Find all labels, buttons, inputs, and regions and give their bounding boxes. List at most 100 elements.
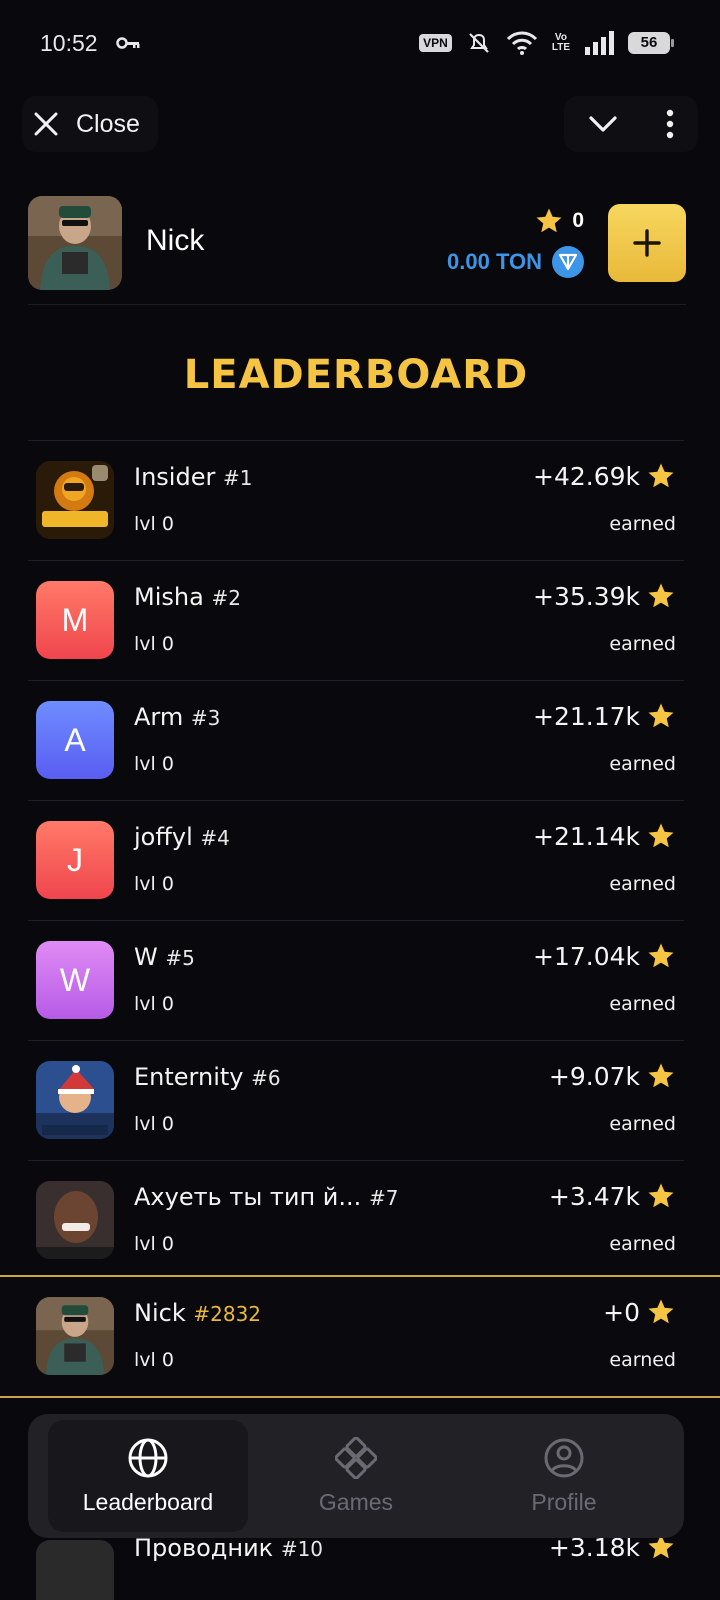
player-level: lvl 0 bbox=[134, 993, 174, 1015]
my-rank-row[interactable]: Nick #2832 lvl 0 +0 earned bbox=[0, 1275, 720, 1398]
more-vertical-icon[interactable] bbox=[665, 109, 675, 139]
signal-icon bbox=[585, 31, 614, 55]
player-rank: #4 bbox=[200, 826, 230, 850]
list-item[interactable]: Enternity #6 lvl 0 +9.07k earned bbox=[28, 1040, 684, 1160]
close-label: Close bbox=[76, 109, 140, 138]
star-icon bbox=[648, 943, 674, 968]
wifi-icon bbox=[506, 31, 537, 55]
player-rank: #6 bbox=[251, 1066, 281, 1090]
avatar: W bbox=[36, 941, 114, 1019]
nav-label: Games bbox=[318, 1488, 394, 1515]
avatar-letter: M bbox=[61, 601, 89, 638]
status-bar: 10:52 VPN Vo LTE 56 bbox=[0, 0, 720, 92]
player-score: +21.17k bbox=[533, 701, 676, 731]
mute-icon bbox=[469, 33, 489, 53]
earned-label: earned bbox=[609, 1113, 676, 1135]
stars-balance: 0 bbox=[534, 206, 584, 236]
profile-icon bbox=[544, 1438, 584, 1477]
player-rank: #5 bbox=[165, 946, 195, 970]
earned-label: earned bbox=[609, 873, 676, 895]
player-level: lvl 0 bbox=[134, 753, 174, 775]
earned-label: earned bbox=[609, 993, 676, 1015]
ton-balance: 0.00 TON bbox=[447, 249, 542, 274]
plus-icon bbox=[633, 229, 661, 257]
list-item[interactable]: Ахуеть ты тип й... #7 lvl 0 +3.47k earne… bbox=[28, 1160, 684, 1280]
score-value: +35.39k bbox=[533, 581, 640, 611]
star-icon bbox=[536, 208, 562, 233]
player-rank: #2832 bbox=[193, 1302, 262, 1326]
score-value: +9.07k bbox=[548, 1061, 640, 1091]
score-value: +42.69k bbox=[533, 461, 640, 491]
player-name: Arm bbox=[134, 703, 184, 731]
user-header: Nick 0 0.00 TON bbox=[28, 196, 686, 305]
player-level: lvl 0 bbox=[134, 513, 174, 535]
star-icon bbox=[648, 823, 674, 848]
leaderboard-list: Insider #1 lvl 0 +42.69k earned M Misha … bbox=[28, 440, 684, 1280]
nav-leaderboard[interactable]: Leaderboard bbox=[48, 1420, 248, 1532]
nav-label: Profile bbox=[531, 1488, 597, 1515]
player-rank: #2 bbox=[211, 586, 241, 610]
nav-label: Leaderboard bbox=[82, 1488, 214, 1515]
avatar-letter: W bbox=[59, 961, 91, 998]
gamepad-icon bbox=[335, 1436, 377, 1479]
player-score: +35.39k bbox=[533, 581, 676, 611]
earned-label: earned bbox=[609, 513, 676, 535]
list-item[interactable]: Insider #1 lvl 0 +42.69k earned bbox=[28, 440, 684, 560]
player-rank: #1 bbox=[222, 466, 253, 490]
player-score: +17.04k bbox=[533, 941, 676, 971]
player-score: +3.47k bbox=[549, 1181, 676, 1211]
nav-profile[interactable]: Profile bbox=[464, 1420, 664, 1532]
player-name: Insider bbox=[134, 463, 216, 491]
avatar-letter: J bbox=[67, 841, 83, 878]
player-score: +9.07k bbox=[549, 1061, 676, 1091]
score-value: +21.14k bbox=[533, 821, 640, 851]
list-item[interactable]: W W #5 lvl 0 +17.04k earned bbox=[28, 920, 684, 1040]
battery-indicator: 56 bbox=[628, 32, 674, 54]
bottom-nav: Leaderboard Games Profile bbox=[28, 1414, 684, 1538]
player-name: Проводник bbox=[134, 1534, 274, 1562]
avatar bbox=[36, 1540, 114, 1600]
earned-label: earned bbox=[609, 1233, 676, 1255]
avatar bbox=[36, 1061, 114, 1139]
player-level: lvl 0 bbox=[134, 1233, 174, 1255]
player-score: +42.69k bbox=[533, 461, 676, 491]
close-button[interactable]: Close bbox=[22, 96, 158, 152]
star-icon bbox=[648, 1183, 674, 1208]
ton-icon bbox=[552, 246, 584, 278]
star-icon bbox=[648, 703, 674, 728]
add-funds-button[interactable] bbox=[608, 204, 686, 282]
player-level: lvl 0 bbox=[134, 1113, 174, 1135]
list-item[interactable]: A Arm #3 lvl 0 +21.17k earned bbox=[28, 680, 684, 800]
avatar: M bbox=[36, 581, 114, 659]
chevron-down-icon[interactable] bbox=[588, 114, 618, 134]
avatar: A bbox=[36, 701, 114, 779]
player-score: +21.14k bbox=[533, 821, 676, 851]
stars-count: 0 bbox=[572, 209, 584, 232]
player-level: lvl 0 bbox=[134, 633, 174, 655]
status-time: 10:52 bbox=[40, 30, 98, 56]
earned-label: earned bbox=[609, 753, 676, 775]
avatar: J bbox=[36, 821, 114, 899]
key-icon bbox=[116, 37, 140, 49]
avatar bbox=[36, 1297, 114, 1375]
avatar bbox=[36, 461, 114, 539]
player-level: lvl 0 bbox=[134, 873, 174, 895]
earned-label: earned bbox=[609, 633, 676, 655]
page-title: LEADERBOARD bbox=[183, 352, 529, 398]
player-rank: #7 bbox=[368, 1186, 399, 1210]
player-rank: #3 bbox=[190, 706, 221, 730]
nav-games[interactable]: Games bbox=[256, 1420, 456, 1532]
score-value: +17.04k bbox=[533, 941, 640, 971]
score-value: +3.47k bbox=[548, 1181, 640, 1211]
score-value: +0 bbox=[603, 1297, 640, 1327]
avatar[interactable] bbox=[28, 196, 122, 290]
player-name: joffyl bbox=[134, 823, 193, 851]
close-icon bbox=[34, 112, 58, 136]
player-level: lvl 0 bbox=[134, 1349, 174, 1371]
avatar-letter: A bbox=[64, 721, 86, 758]
player-name: Misha bbox=[134, 583, 204, 611]
globe-icon bbox=[128, 1438, 168, 1477]
list-item[interactable]: M Misha #2 lvl 0 +35.39k earned bbox=[28, 560, 684, 680]
user-name: Nick bbox=[146, 224, 205, 257]
list-item[interactable]: J joffyl #4 lvl 0 +21.14k earned bbox=[28, 800, 684, 920]
